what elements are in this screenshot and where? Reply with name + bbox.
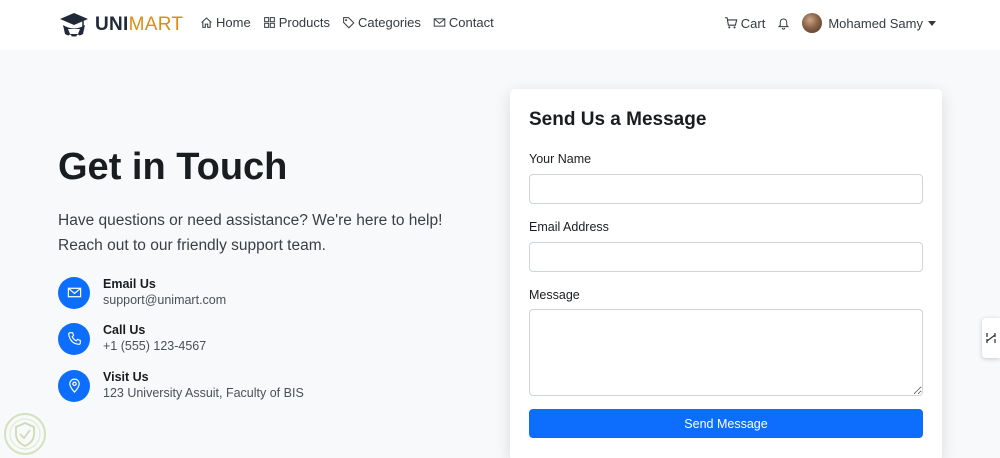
send-message-button[interactable]: Send Message <box>529 409 923 438</box>
contact-icon-circle <box>58 276 90 309</box>
form-title: Send Us a Message <box>529 109 707 130</box>
nav-link-label: Contact <box>448 15 494 30</box>
nav-link-home[interactable]: Home <box>200 15 251 30</box>
shield-watermark-icon <box>4 413 46 455</box>
page-subtitle: Have questions or need assistance? We're… <box>58 212 443 254</box>
contact-item-email: Email Us support@unimart.com <box>58 276 226 309</box>
nav-link-categories[interactable]: Categories <box>342 15 421 30</box>
phone-icon <box>67 332 81 345</box>
side-panel-icon <box>986 333 996 343</box>
contact-value: +1 (555) 123-4567 <box>103 339 207 353</box>
contact-form-card: Send Us a Message Your Name Email Addres… <box>510 89 942 458</box>
contact-icon-circle <box>58 369 90 402</box>
contact-text: Email Us support@unimart.com <box>103 276 226 309</box>
notifications-button[interactable] <box>777 16 790 30</box>
nav-link-label: Home <box>216 15 251 30</box>
graduation-cart-logo-icon <box>60 13 88 38</box>
email-input[interactable] <box>529 242 923 272</box>
contact-item-address: Visit Us 123 University Assuit, Faculty … <box>58 369 304 402</box>
contact-label: Call Us <box>103 323 146 337</box>
nav-link-label: Categories <box>358 15 421 30</box>
cart-link[interactable]: Cart <box>724 15 766 31</box>
brand-name-accent: MART <box>128 14 184 35</box>
map-pin-icon <box>68 378 80 393</box>
brand-name: UNIMART <box>95 14 183 36</box>
tag-icon <box>343 17 355 29</box>
user-menu-toggle[interactable]: Mohamed Samy <box>802 13 936 33</box>
message-label: Message <box>529 288 580 302</box>
message-textarea[interactable] <box>529 309 923 396</box>
brand-logo-link[interactable]: UNIMART <box>58 10 183 40</box>
bell-icon <box>778 18 790 30</box>
contact-value: support@unimart.com <box>103 293 227 307</box>
nav-link-label: Products <box>278 15 330 30</box>
nav-link-contact[interactable]: Contact <box>433 15 494 30</box>
user-name: Mohamed Samy <box>828 15 923 31</box>
page-title: Get in Touch <box>58 146 288 188</box>
chevron-down-icon <box>928 20 936 26</box>
grid-icon <box>263 17 275 28</box>
name-label: Your Name <box>529 152 592 166</box>
email-label: Email Address <box>529 220 609 234</box>
contact-item-phone: Call Us +1 (555) 123-4567 <box>58 322 206 355</box>
nav-links: Home Products Categories Contact <box>200 15 494 30</box>
cart-label: Cart <box>740 15 766 31</box>
avatar <box>802 13 823 33</box>
envelope-icon <box>67 287 81 298</box>
contact-label: Email Us <box>103 277 156 291</box>
brand-name-strong: UNI <box>95 14 129 35</box>
contact-text: Visit Us 123 University Assuit, Faculty … <box>103 369 304 402</box>
cart-icon <box>724 17 738 29</box>
envelope-icon <box>433 18 446 27</box>
contact-label: Visit Us <box>103 370 149 384</box>
contact-icon-circle <box>58 322 90 355</box>
side-panel-toggle[interactable] <box>982 318 1000 358</box>
navbar: UNIMART Home Products Categories Contact… <box>0 0 1000 50</box>
nav-right: Cart Mohamed Samy <box>724 13 936 33</box>
name-input[interactable] <box>529 174 923 204</box>
contact-value: 123 University Assuit, Faculty of BIS <box>103 386 304 400</box>
home-icon <box>201 17 212 28</box>
nav-link-products[interactable]: Products <box>263 15 330 30</box>
contact-text: Call Us +1 (555) 123-4567 <box>103 322 206 355</box>
